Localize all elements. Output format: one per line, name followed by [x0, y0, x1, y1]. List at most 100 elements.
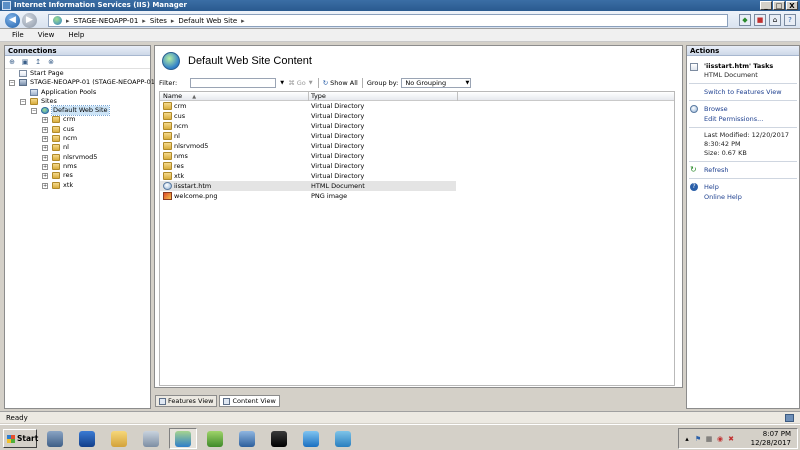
- taskbar-internet-explorer-button[interactable]: [297, 428, 325, 449]
- close-button[interactable]: X: [786, 1, 798, 10]
- tree-item[interactable]: − Sites: [5, 97, 150, 106]
- tree-item-label: xtk: [63, 180, 74, 189]
- table-row[interactable]: ncm Virtual Directory: [160, 121, 674, 131]
- taskbar-iis-manager-button[interactable]: [169, 428, 197, 449]
- network-icon[interactable]: ▦: [705, 435, 713, 443]
- stop-icon[interactable]: ■: [754, 14, 766, 26]
- connect-icon[interactable]: ◆: [739, 14, 751, 26]
- save-icon[interactable]: ▣: [20, 57, 30, 67]
- connect-icon[interactable]: ⊕: [7, 57, 17, 67]
- tree-item[interactable]: + nl: [5, 143, 150, 152]
- taskbar-settings-button[interactable]: [137, 428, 165, 449]
- clock-time[interactable]: 8:07 PM: [763, 430, 791, 439]
- tab-features-view[interactable]: Features View: [155, 395, 218, 407]
- edit-permissions-link[interactable]: Edit Permissions...: [687, 114, 799, 124]
- breadcrumb-site[interactable]: Default Web Site: [178, 17, 237, 25]
- breadcrumb-sites[interactable]: Sites: [150, 17, 167, 25]
- row-name: crm: [174, 102, 187, 110]
- view-tabs: Features View Content View: [155, 395, 280, 407]
- breadcrumb[interactable]: ▸ STAGE-NEOAPP-01 ▸ Sites ▸ Default Web …: [48, 14, 728, 27]
- taskbar-remote-desktop-button[interactable]: [233, 428, 261, 449]
- flag-icon[interactable]: ⚑: [694, 435, 702, 443]
- taskbar-sql-tool-button[interactable]: [201, 428, 229, 449]
- filter-input[interactable]: [190, 78, 277, 88]
- refresh-link[interactable]: ↻ Refresh: [687, 165, 799, 175]
- table-row[interactable]: cus Virtual Directory: [160, 111, 674, 121]
- expand-icon[interactable]: +: [42, 182, 48, 189]
- help-icon[interactable]: ?: [784, 14, 796, 26]
- clock-date[interactable]: 12/28/2017: [751, 439, 791, 448]
- tree-item[interactable]: + crm: [5, 115, 150, 124]
- folder-icon: [52, 116, 60, 124]
- menu-view[interactable]: View: [38, 29, 55, 41]
- column-header-type[interactable]: Type: [311, 92, 455, 101]
- security-alert-icon[interactable]: ✖: [727, 435, 735, 443]
- tree-item[interactable]: − Default Web Site: [5, 105, 150, 117]
- tree-item[interactable]: + ncm: [5, 134, 150, 143]
- disconnect-icon[interactable]: ⊗: [46, 57, 56, 67]
- tree-item[interactable]: + nlsrvmod5: [5, 153, 150, 162]
- globe-icon: [53, 16, 62, 25]
- tab-content-view[interactable]: Content View: [219, 395, 280, 407]
- tree-item[interactable]: + xtk: [5, 181, 150, 190]
- volume-muted-icon[interactable]: ◉: [716, 435, 724, 443]
- tree-item-label: Start Page: [30, 69, 64, 77]
- switch-to-features-view-link[interactable]: Switch to Features View: [687, 87, 799, 97]
- back-button[interactable]: ◀: [5, 13, 20, 28]
- collapse-icon[interactable]: −: [31, 108, 37, 115]
- tree-item[interactable]: Start Page: [5, 69, 150, 78]
- expand-icon[interactable]: +: [42, 136, 48, 143]
- table-row[interactable]: crm Virtual Directory: [160, 101, 674, 111]
- taskbar-performance-button[interactable]: [329, 428, 357, 449]
- show-all-button[interactable]: ↻ Show All: [323, 79, 358, 87]
- tree-item[interactable]: Application Pools: [5, 88, 150, 97]
- tree-item-label: crm: [63, 115, 76, 124]
- browse-link[interactable]: Browse: [687, 104, 799, 114]
- taskbar-command-prompt-button[interactable]: [265, 428, 293, 449]
- tree-item[interactable]: + res: [5, 171, 150, 180]
- expand-icon[interactable]: +: [42, 173, 48, 180]
- help-link[interactable]: ? Help: [687, 182, 799, 192]
- connections-panel: Connections ⊕ ▣ ↥ ⊗ Start Page − STAGE-NEO…: [4, 45, 163, 409]
- table-row[interactable]: nms Virtual Directory: [160, 151, 674, 161]
- taskbar-server-manager-button[interactable]: [41, 428, 69, 449]
- taskbar: Start ▴ ⚑ ▦ ◉ ✖ 8:07 PM 12/28/2017: [0, 424, 800, 450]
- page-title: Default Web Site Content: [188, 55, 312, 67]
- network-icon: [785, 414, 794, 422]
- go-button[interactable]: ⌘ Go ▼: [288, 79, 314, 87]
- chevron-down-icon[interactable]: ▼: [279, 79, 285, 87]
- breadcrumb-server[interactable]: STAGE-NEOAPP-01: [74, 17, 139, 25]
- taskbar-powershell-button[interactable]: [73, 428, 101, 449]
- expand-icon[interactable]: +: [42, 126, 48, 133]
- tree-item[interactable]: + cus: [5, 125, 150, 134]
- table-row[interactable]: nlsrvmod5 Virtual Directory: [160, 141, 674, 151]
- table-row[interactable]: nl Virtual Directory: [160, 131, 674, 141]
- online-help-link[interactable]: Online Help: [687, 192, 799, 202]
- expand-icon[interactable]: +: [42, 154, 48, 161]
- collapse-icon[interactable]: −: [20, 98, 26, 105]
- table-row[interactable]: res Virtual Directory: [160, 161, 674, 171]
- table-row[interactable]: iisstart.htm HTML Document: [160, 181, 456, 191]
- table-row[interactable]: xtk Virtual Directory: [160, 171, 674, 181]
- minimize-button[interactable]: _: [760, 1, 772, 10]
- collapse-icon[interactable]: −: [9, 80, 15, 87]
- expand-icon[interactable]: +: [42, 117, 48, 124]
- home-icon[interactable]: ⌂: [769, 14, 781, 26]
- tree-item[interactable]: − STAGE-NEOAPP-01 (STAGE-NEOAPP-01\m: [5, 78, 163, 87]
- row-type: Virtual Directory: [311, 172, 365, 180]
- expand-icon[interactable]: +: [42, 163, 48, 170]
- filter-label: Filter:: [159, 79, 178, 87]
- group-by-select[interactable]: No Grouping ▼: [401, 78, 472, 88]
- show-hidden-icons[interactable]: ▴: [683, 435, 691, 443]
- start-button[interactable]: Start: [3, 429, 38, 448]
- website-globe-icon: [162, 52, 180, 70]
- forward-button[interactable]: ▶: [22, 13, 37, 28]
- maximize-button[interactable]: □: [773, 1, 785, 10]
- up-level-icon[interactable]: ↥: [33, 57, 43, 67]
- tree-item[interactable]: + nms: [5, 162, 150, 171]
- taskbar-file-explorer-button[interactable]: [105, 428, 133, 449]
- table-row[interactable]: welcome.png PNG image: [160, 191, 674, 201]
- menu-help[interactable]: Help: [68, 29, 84, 41]
- menu-file[interactable]: File: [12, 29, 24, 41]
- expand-icon[interactable]: +: [42, 145, 48, 152]
